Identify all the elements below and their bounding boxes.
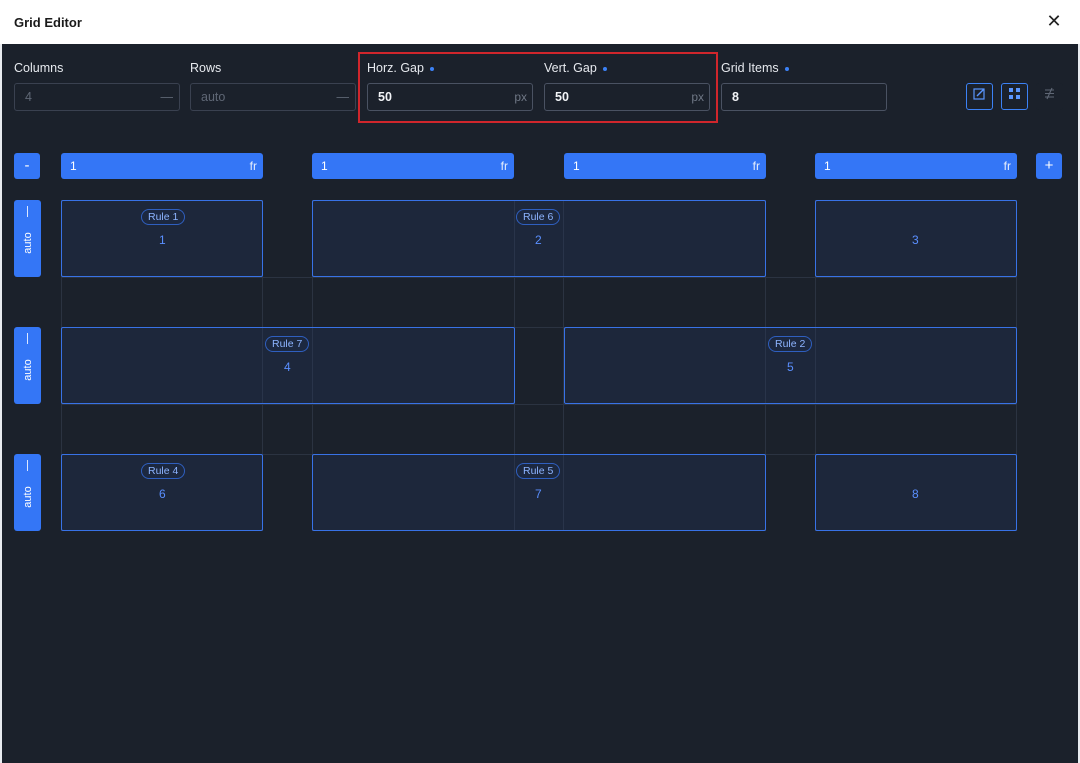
columns-label: Columns — [14, 61, 64, 75]
grid-item-2[interactable]: Rule 6 2 — [312, 200, 766, 277]
row-2-header[interactable]: auto — [14, 327, 41, 404]
window-title: Grid Editor — [14, 15, 82, 30]
rule-badge: Rule 7 — [265, 336, 310, 352]
grid-line — [61, 277, 1017, 278]
add-column-button[interactable]: + — [1036, 153, 1062, 179]
grid-item-6[interactable]: Rule 4 6 — [61, 454, 263, 531]
remove-column-button[interactable]: - — [14, 153, 40, 179]
column-1-header[interactable]: 1 fr — [61, 153, 263, 179]
rule-badge: Rule 2 — [768, 336, 813, 352]
row-1-handle-icon — [27, 206, 28, 217]
columns-dash-icon: — — [160, 90, 174, 104]
rows-input[interactable]: auto — — [190, 83, 356, 111]
grid-item-number: 6 — [159, 487, 166, 501]
rows-dash-icon: — — [336, 90, 350, 104]
clear-grid-icon[interactable] — [1036, 83, 1063, 110]
grid-item-number: 4 — [284, 360, 291, 374]
grid-item-number: 5 — [787, 360, 794, 374]
row-3-header[interactable]: auto — [14, 454, 41, 531]
rule-badge: Rule 6 — [516, 209, 561, 225]
column-2-header[interactable]: 1 fr — [312, 153, 514, 179]
grid-item-1[interactable]: Rule 1 1 — [61, 200, 263, 277]
grid-items-dot-icon — [784, 66, 789, 71]
grid-item-3[interactable]: 3 — [815, 200, 1017, 277]
edit-grid-icon[interactable] — [966, 83, 993, 110]
row-2-handle-icon — [27, 333, 28, 344]
rule-badge: Rule 5 — [516, 463, 561, 479]
close-icon[interactable]: ✕ — [1044, 11, 1064, 31]
grid-item-4[interactable]: Rule 7 4 — [61, 327, 515, 404]
rows-label: Rows — [190, 61, 222, 75]
rule-badge: Rule 1 — [141, 209, 186, 225]
column-4-header[interactable]: 1 fr — [815, 153, 1017, 179]
columns-input[interactable]: 4— — [14, 83, 180, 111]
gap-highlight-box — [358, 52, 718, 123]
grid-item-number: 7 — [535, 487, 542, 501]
grid-item-number: 8 — [912, 487, 919, 501]
grid-layout-icon[interactable] — [1001, 83, 1028, 110]
grid-item-8[interactable]: 8 — [815, 454, 1017, 531]
grid-item-number: 1 — [159, 233, 166, 247]
column-3-header[interactable]: 1 fr — [564, 153, 766, 179]
grid-item-5[interactable]: Rule 2 5 — [564, 327, 1017, 404]
grid-items-input[interactable]: 8 — [721, 83, 887, 111]
title-bar: Grid Editor ✕ — [0, 0, 1080, 44]
grid-item-number: 2 — [535, 233, 542, 247]
grid-item-number: 3 — [912, 233, 919, 247]
rule-badge: Rule 4 — [141, 463, 186, 479]
grid-items-label: Grid Items — [721, 61, 789, 75]
row-3-handle-icon — [27, 460, 28, 471]
grid-item-7[interactable]: Rule 5 7 — [312, 454, 766, 531]
row-1-header[interactable]: auto — [14, 200, 41, 277]
grid-line — [61, 404, 1017, 405]
